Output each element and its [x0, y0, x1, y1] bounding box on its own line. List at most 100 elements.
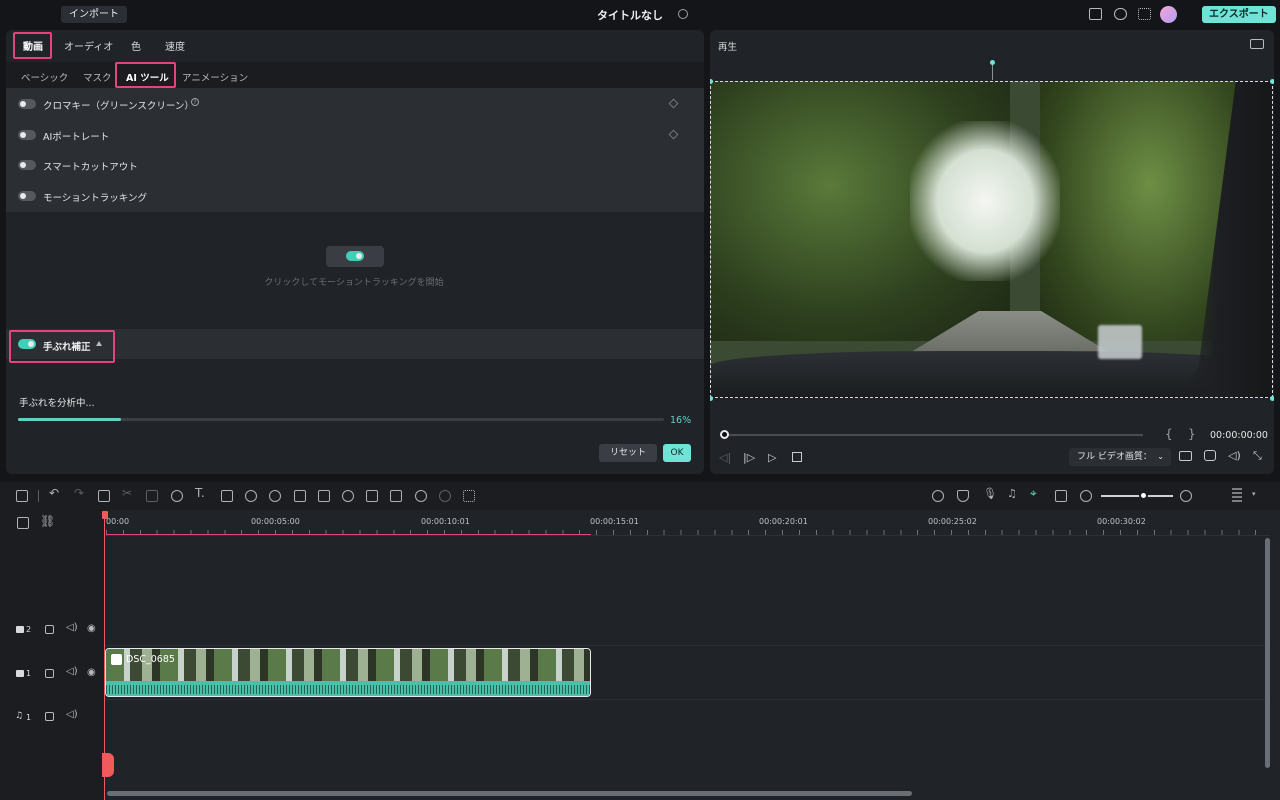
pip-icon[interactable]	[1055, 490, 1067, 502]
playhead-head[interactable]	[102, 511, 108, 519]
snap-icon[interactable]: ⌖	[1030, 486, 1037, 501]
snapshot-icon[interactable]	[1204, 450, 1216, 461]
motion-tracking-area	[6, 212, 704, 328]
color-palette-icon[interactable]	[269, 490, 281, 502]
zoom-slider[interactable]	[1101, 495, 1173, 497]
text-icon[interactable]: T.	[195, 486, 205, 500]
keyframe-diamond-icon[interactable]	[668, 98, 679, 109]
ai-portrait-label: AIポートレート	[43, 132, 110, 143]
tab-basic[interactable]: ベーシック	[21, 70, 68, 84]
ai-tools-list: クロマキー（グリーンスクリーン） ? AIポートレート スマートカットアウト モ…	[6, 88, 704, 212]
audio-wave-icon[interactable]	[463, 490, 475, 502]
video-clip[interactable]: DSC_0685	[105, 648, 591, 697]
mark-out-icon[interactable]: }	[1188, 427, 1196, 441]
analysis-progress-text: 16%	[670, 415, 692, 426]
fullscreen-icon[interactable]: ⤡	[1253, 449, 1262, 463]
grid-apps-icon[interactable]	[1138, 8, 1151, 20]
vertical-scrollbar[interactable]	[1265, 538, 1270, 768]
track-height-icon[interactable]	[1232, 488, 1242, 504]
ok-button[interactable]: OK	[663, 444, 691, 462]
resize-handle[interactable]	[1270, 396, 1274, 401]
export-button[interactable]: エクスポート	[1202, 6, 1276, 23]
start-tracking-button[interactable]	[326, 246, 384, 267]
render-icon[interactable]	[932, 490, 944, 502]
reset-button[interactable]: リセット	[599, 444, 657, 462]
prev-frame-icon[interactable]: ◁|	[719, 451, 731, 464]
mark-in-icon[interactable]: {	[1165, 427, 1173, 441]
motion-tracking-toggle[interactable]	[18, 191, 36, 201]
zoom-slider-knob[interactable]	[1139, 491, 1148, 500]
ai-portrait-toggle[interactable]	[18, 130, 36, 140]
eye-icon[interactable]: ◉	[87, 623, 96, 634]
keyframe-diamond-icon[interactable]	[668, 129, 679, 140]
tab-mask[interactable]: マスク	[83, 70, 112, 84]
cut-icon[interactable]: ✂	[122, 486, 132, 500]
delete-icon[interactable]	[98, 490, 110, 502]
clip-video-icon	[111, 654, 122, 665]
playhead-tab[interactable]	[102, 753, 114, 777]
ai-portrait-icon[interactable]	[294, 490, 306, 502]
volume-icon[interactable]: ◁)	[1228, 449, 1241, 462]
lock-icon[interactable]	[45, 669, 54, 678]
selection-box[interactable]	[710, 81, 1273, 398]
clip-waveform	[106, 681, 590, 696]
stabilize-icon[interactable]	[415, 490, 427, 502]
analysis-status: 手ぶれを分析中...	[19, 398, 95, 409]
music-note-icon[interactable]: ♫	[1007, 487, 1017, 500]
microphone-icon[interactable]: 🎙	[983, 487, 997, 500]
tab-audio[interactable]: オーディオ	[64, 38, 113, 53]
tab-speed[interactable]: 速度	[165, 38, 185, 53]
cloud-upload-icon[interactable]	[1114, 8, 1127, 20]
volume-icon[interactable]: ◁)	[66, 622, 78, 633]
tab-color[interactable]: 色	[131, 38, 141, 53]
scope-icon[interactable]	[1250, 39, 1264, 49]
undo-icon[interactable]: ↶	[49, 486, 59, 500]
preview-scrubber[interactable]	[724, 434, 1143, 436]
play-icon[interactable]: ▷	[768, 451, 776, 464]
chroma-key-toggle[interactable]	[18, 99, 36, 109]
step-forward-icon[interactable]: |▷	[743, 451, 755, 464]
smart-cutout-toggle[interactable]	[18, 160, 36, 170]
reverse-icon[interactable]	[439, 490, 451, 502]
stop-icon[interactable]	[792, 452, 802, 462]
redo-icon[interactable]: ↷	[74, 486, 84, 500]
help-icon[interactable]: ?	[191, 98, 199, 106]
add-track-icon[interactable]	[17, 517, 29, 529]
lock-icon[interactable]	[45, 712, 54, 721]
saved-check-icon	[678, 9, 688, 19]
avatar[interactable]	[1160, 6, 1177, 23]
volume-icon[interactable]: ◁)	[66, 666, 78, 677]
crop-icon[interactable]	[221, 490, 233, 502]
analysis-progress-bar	[18, 418, 664, 421]
layout-icon[interactable]	[1089, 8, 1102, 20]
rotate-handle[interactable]	[990, 60, 995, 65]
tab-animation[interactable]: アニメーション	[182, 70, 248, 84]
motion-track-icon[interactable]	[318, 490, 330, 502]
tag-icon[interactable]	[171, 490, 183, 502]
mask-icon[interactable]	[342, 490, 354, 502]
eye-icon[interactable]: ◉	[87, 667, 96, 678]
preview-scrubber-knob[interactable]	[720, 430, 729, 439]
link-icon[interactable]: ⛓	[40, 514, 55, 528]
display-icon[interactable]	[1179, 451, 1192, 461]
zoom-out-icon[interactable]	[1080, 490, 1092, 502]
video-track-icon	[16, 670, 24, 677]
shield-icon[interactable]	[957, 490, 969, 502]
audio-split-icon[interactable]	[146, 490, 158, 502]
resize-handle[interactable]	[710, 396, 713, 401]
quality-select[interactable]: フル ビデオ画質： ⌄	[1069, 448, 1171, 466]
lock-icon[interactable]	[45, 625, 54, 634]
rotate-line	[992, 64, 993, 80]
horizontal-scrollbar[interactable]	[107, 791, 912, 796]
import-button[interactable]: インポート	[61, 6, 127, 23]
layout-grid-icon[interactable]	[16, 490, 28, 502]
chevron-down-icon[interactable]: ▾	[1252, 490, 1256, 498]
speed-icon[interactable]	[245, 490, 257, 502]
adjust-icon[interactable]	[366, 490, 378, 502]
zoom-in-icon[interactable]	[1180, 490, 1192, 502]
resize-handle[interactable]	[1270, 79, 1274, 84]
volume-icon[interactable]: ◁)	[66, 709, 78, 720]
freeze-frame-icon[interactable]	[390, 490, 402, 502]
preview-timecode: 00:00:00:00	[1210, 430, 1268, 441]
highlight-box	[13, 32, 52, 59]
